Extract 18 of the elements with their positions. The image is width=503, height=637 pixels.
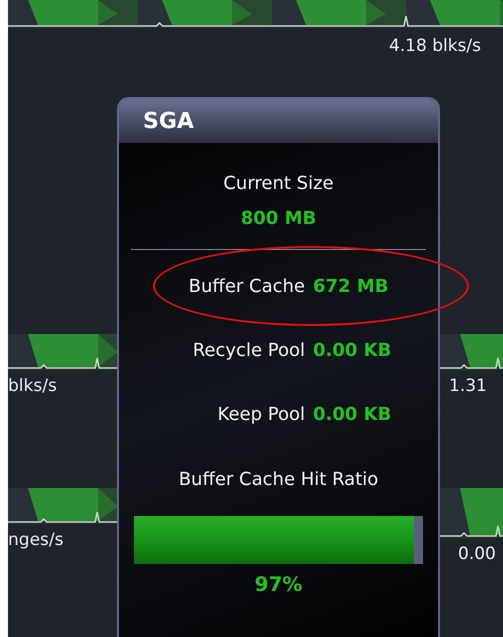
rate-readout: 0.00 [457, 544, 497, 564]
rate-readout: nges/s [8, 530, 64, 550]
rate-readout: 4.18 blks/s [388, 36, 481, 58]
current-size-value: 800 MB [240, 208, 316, 229]
activity-chart [440, 334, 503, 370]
current-size-label: Current Size [223, 173, 334, 194]
rate-readout: blks/s [8, 376, 58, 396]
pool-label: Keep Pool [218, 404, 305, 425]
rate-readout: 1.31 [448, 376, 488, 396]
activity-chart [440, 488, 503, 538]
hit-ratio-reading: 97% [254, 572, 302, 596]
hit-ratio-label: Buffer Cache Hit Ratio [178, 469, 378, 490]
pool-value: 0.00 KB [313, 340, 392, 361]
panel-title: SGA [119, 99, 438, 143]
pool-label: Recycle Pool [192, 340, 305, 361]
pool-label: Buffer Cache [188, 276, 305, 297]
pool-value: 672 MB [313, 276, 388, 297]
pool-value: 0.00 KB [313, 404, 392, 425]
